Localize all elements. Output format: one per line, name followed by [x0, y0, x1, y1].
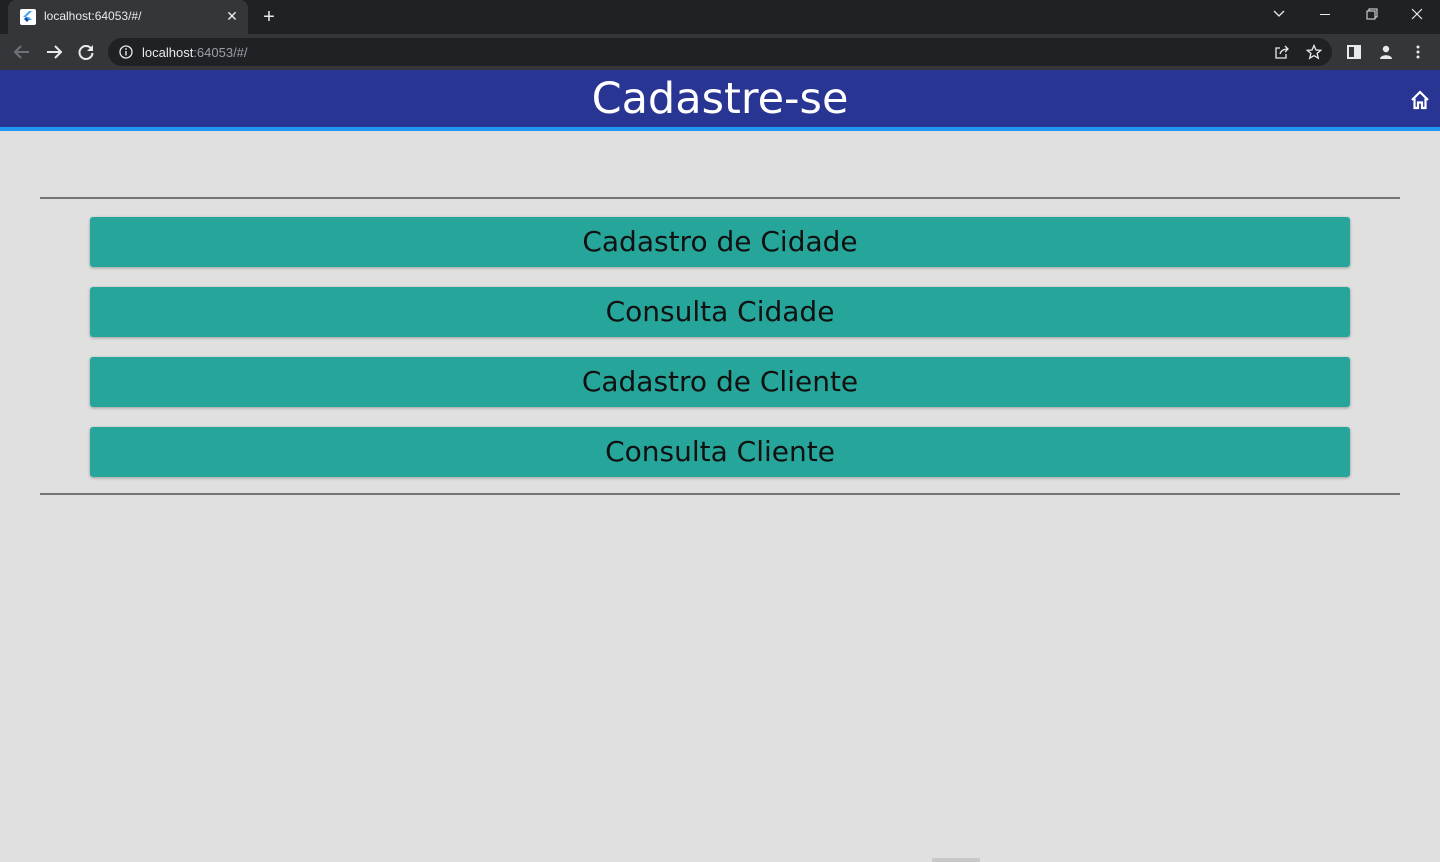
- profile-icon[interactable]: [1378, 44, 1394, 60]
- page-title: Cadastre-se: [591, 74, 849, 124]
- tab-title: localhost:64053/#/: [44, 9, 142, 23]
- restore-icon[interactable]: [1348, 0, 1394, 30]
- app-bar: Cadastre-se: [0, 70, 1440, 131]
- url-text: localhost:64053/#/: [142, 45, 248, 60]
- close-icon[interactable]: ✕: [224, 8, 240, 24]
- consulta-cliente-button[interactable]: Consulta Cliente: [90, 427, 1350, 477]
- url-path: :64053/#/: [193, 45, 248, 60]
- bottom-divider: [40, 493, 1400, 495]
- home-icon[interactable]: [1408, 88, 1432, 112]
- share-icon[interactable]: [1274, 44, 1290, 60]
- star-icon[interactable]: [1305, 43, 1323, 60]
- back-arrow-icon[interactable]: [10, 40, 34, 64]
- browser-tab-strip: localhost:64053/#/ ✕ +: [0, 0, 1440, 34]
- chevron-down-icon[interactable]: [1256, 0, 1302, 30]
- scroll-indicator: [932, 858, 980, 862]
- plus-icon[interactable]: +: [258, 6, 280, 28]
- flutter-favicon-icon: [20, 9, 36, 25]
- side-panel-icon[interactable]: [1346, 44, 1362, 60]
- url-host: localhost: [142, 45, 194, 60]
- kebab-menu-icon[interactable]: [1410, 44, 1426, 60]
- close-window-icon[interactable]: [1394, 0, 1440, 30]
- address-bar[interactable]: localhost:64053/#/: [108, 38, 1332, 66]
- info-icon[interactable]: [119, 45, 133, 59]
- cadastro-cidade-button[interactable]: Cadastro de Cidade: [90, 217, 1350, 267]
- browser-tab[interactable]: localhost:64053/#/ ✕: [8, 0, 248, 34]
- browser-toolbar: localhost:64053/#/: [0, 34, 1440, 70]
- cadastro-cliente-button[interactable]: Cadastro de Cliente: [90, 357, 1350, 407]
- top-divider: [40, 197, 1400, 199]
- minimize-icon[interactable]: [1302, 0, 1348, 30]
- reload-icon[interactable]: [74, 40, 98, 64]
- forward-arrow-icon[interactable]: [42, 40, 66, 64]
- consulta-cidade-button[interactable]: Consulta Cidade: [90, 287, 1350, 337]
